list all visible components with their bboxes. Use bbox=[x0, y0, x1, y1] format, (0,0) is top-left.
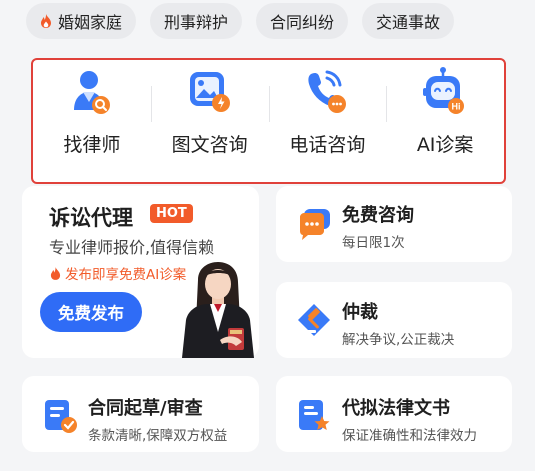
arbitration-desc: 解决争议,公正裁决 bbox=[342, 332, 455, 348]
chip-marriage-family[interactable]: 婚姻家庭 bbox=[26, 3, 137, 39]
service-ai-diagnosis[interactable]: Hi AI诊案 bbox=[386, 60, 504, 182]
publish-free-button[interactable]: 免费发布 bbox=[40, 292, 142, 332]
lawyer-illustration bbox=[182, 262, 254, 358]
chip-label: 刑事辩护 bbox=[164, 13, 229, 32]
arbitration-card[interactable]: 仲裁 解决争议,公正裁决 bbox=[276, 282, 512, 358]
litigation-promo[interactable]: 发布即享免费AI诊案 bbox=[50, 263, 186, 283]
litigation-subtitle: 专业律师报价,值得信赖 bbox=[49, 238, 215, 257]
chip-label: 交通事故 bbox=[376, 13, 441, 32]
service-row: 找律师 图文咨询 电话咨询 Hi AI诊案 bbox=[31, 58, 506, 184]
gavel-icon bbox=[298, 304, 330, 336]
category-chips: 婚姻家庭 刑事辩护 合同纠纷 交通事故 bbox=[26, 3, 455, 39]
chip-criminal-defense[interactable]: 刑事辩护 bbox=[150, 3, 243, 39]
fire-icon bbox=[41, 14, 51, 28]
free-consult-card[interactable]: 免费咨询 每日限1次 bbox=[276, 186, 512, 262]
find-lawyer-icon bbox=[73, 71, 110, 114]
document-star-icon bbox=[299, 400, 330, 430]
service-label: 图文咨询 bbox=[171, 134, 248, 156]
contract-check-icon bbox=[45, 400, 77, 433]
contract-desc: 条款清晰,保障双方权益 bbox=[88, 428, 228, 444]
hot-badge: HOT bbox=[150, 204, 193, 223]
image-text-consult-icon bbox=[189, 72, 230, 112]
legal-document-desc: 保证准确性和法律效力 bbox=[342, 428, 477, 444]
free-consult-title: 免费咨询 bbox=[342, 205, 414, 226]
chip-label: 婚姻家庭 bbox=[58, 13, 123, 32]
fire-icon bbox=[50, 266, 61, 280]
service-label: AI诊案 bbox=[416, 134, 474, 156]
chip-label: 合同纠纷 bbox=[270, 13, 335, 32]
service-label: 找律师 bbox=[63, 134, 121, 156]
ai-robot-icon: Hi bbox=[423, 67, 465, 114]
legal-document-card[interactable]: 代拟法律文书 保证准确性和法律效力 bbox=[276, 376, 512, 452]
litigation-title: 诉讼代理 bbox=[49, 206, 133, 230]
svg-text:Hi: Hi bbox=[452, 102, 461, 112]
service-find-lawyer[interactable]: 找律师 bbox=[33, 60, 151, 182]
promo-text: 发布即享免费AI诊案 bbox=[65, 267, 187, 283]
litigation-card[interactable]: 诉讼代理 HOT 专业律师报价,值得信赖 发布即享免费AI诊案 免费发布 bbox=[22, 186, 259, 358]
legal-document-title: 代拟法律文书 bbox=[342, 398, 450, 419]
contract-title: 合同起草/审查 bbox=[88, 398, 203, 419]
arbitration-title: 仲裁 bbox=[342, 302, 378, 323]
contract-card[interactable]: 合同起草/审查 条款清晰,保障双方权益 bbox=[22, 376, 259, 452]
chip-traffic-accident[interactable]: 交通事故 bbox=[362, 3, 455, 39]
phone-consult-icon bbox=[308, 70, 347, 113]
chat-bubble-icon bbox=[300, 209, 330, 240]
free-consult-desc: 每日限1次 bbox=[342, 235, 405, 251]
chip-contract-dispute[interactable]: 合同纠纷 bbox=[256, 3, 349, 39]
service-phone-consult[interactable]: 电话咨询 bbox=[268, 60, 387, 182]
service-label: 电话咨询 bbox=[289, 134, 366, 156]
service-image-text-consult[interactable]: 图文咨询 bbox=[150, 60, 269, 182]
